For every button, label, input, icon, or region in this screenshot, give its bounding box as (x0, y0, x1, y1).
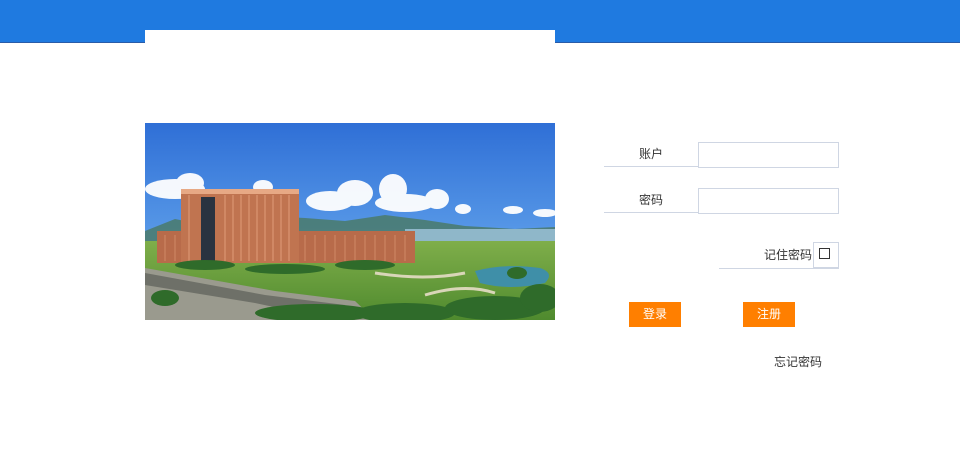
password-label: 密码 (604, 188, 698, 213)
remember-password-row: 记住密码 (719, 242, 839, 269)
register-button[interactable]: 注册 (743, 302, 795, 327)
remember-password-checkbox[interactable] (813, 242, 839, 268)
forgot-password-link[interactable]: 忘记密码 (774, 353, 822, 371)
remember-password-label: 记住密码 (763, 248, 812, 262)
password-input[interactable] (698, 188, 839, 214)
account-label: 账户 (604, 142, 698, 167)
account-input[interactable] (698, 142, 839, 168)
campus-photo (145, 123, 555, 320)
logo-banner-area (145, 30, 555, 44)
login-button[interactable]: 登录 (629, 302, 681, 327)
